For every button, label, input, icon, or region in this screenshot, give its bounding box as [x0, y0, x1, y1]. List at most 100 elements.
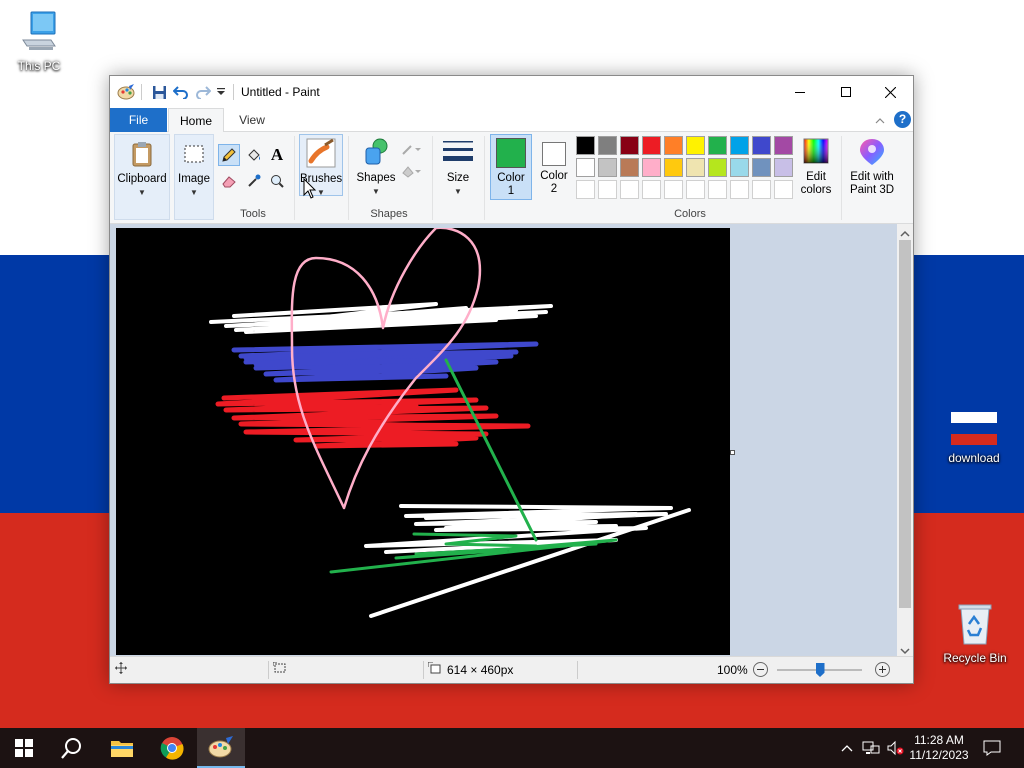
collapse-ribbon-chevron-icon[interactable] — [875, 114, 885, 128]
tab-home[interactable]: Home — [168, 108, 224, 133]
shapes-button[interactable]: Shapes ▼ — [354, 134, 398, 200]
palette-swatch[interactable] — [598, 136, 617, 155]
minimize-button[interactable] — [777, 76, 823, 108]
palette-swatch[interactable] — [576, 158, 595, 177]
eraser-tool[interactable] — [218, 170, 240, 192]
palette-swatch[interactable] — [620, 158, 639, 177]
start-button[interactable] — [0, 728, 48, 768]
palette-swatch[interactable] — [774, 136, 793, 155]
color-1-button[interactable]: Color 1 — [490, 134, 532, 200]
dropdown-arrow-icon: ▼ — [190, 188, 198, 197]
drawing-canvas[interactable] — [116, 226, 730, 655]
paint-window: Untitled - Paint File Home View ? Clipbo… — [109, 75, 914, 684]
palette-swatch[interactable] — [664, 136, 683, 155]
close-button[interactable] — [867, 76, 913, 108]
network-icon[interactable] — [860, 728, 882, 768]
palette-swatch[interactable] — [708, 136, 727, 155]
desktop-icon-recycle-bin[interactable]: Recycle Bin — [938, 602, 1012, 665]
show-hidden-icons-chevron-icon[interactable] — [838, 728, 856, 768]
paint-app-icon[interactable] — [117, 83, 135, 101]
scrollbar-thumb[interactable] — [899, 240, 911, 608]
custom-color-slot[interactable] — [730, 180, 749, 199]
outline-button[interactable] — [400, 140, 422, 158]
volume-muted-icon[interactable] — [884, 728, 906, 768]
tab-view[interactable]: View — [228, 108, 276, 132]
palette-swatch[interactable] — [752, 158, 771, 177]
edit-colors-button[interactable]: Edit colors — [796, 134, 836, 200]
desktop-icon-label: download — [948, 451, 1000, 465]
pencil-tool[interactable] — [218, 144, 240, 166]
dropdown-arrow-icon: ▼ — [138, 188, 146, 197]
redo-icon[interactable] — [194, 83, 212, 101]
custom-color-slot[interactable] — [752, 180, 771, 199]
palette-swatch[interactable] — [730, 158, 749, 177]
minus-icon — [757, 669, 764, 670]
canvas-resize-handle[interactable] — [730, 450, 735, 455]
customize-toolbar-chevron-icon[interactable] — [214, 83, 228, 101]
fill-button[interactable] — [400, 162, 422, 180]
palette-swatch[interactable] — [730, 136, 749, 155]
color-1-label: Color 1 — [497, 172, 525, 197]
window-title: Untitled - Paint — [241, 85, 320, 99]
custom-color-slot[interactable] — [686, 180, 705, 199]
color-picker-tool[interactable] — [243, 170, 265, 192]
zoom-slider-thumb[interactable] — [815, 663, 825, 677]
title-bar[interactable]: Untitled - Paint — [110, 76, 913, 108]
custom-color-slot[interactable] — [774, 180, 793, 199]
search-button[interactable] — [48, 728, 96, 768]
tab-file[interactable]: File — [110, 108, 167, 132]
fill-bucket-icon — [248, 149, 260, 161]
minimize-icon — [795, 92, 805, 93]
save-icon[interactable] — [150, 83, 168, 101]
palette-swatch[interactable] — [620, 136, 639, 155]
custom-color-slot[interactable] — [642, 180, 661, 199]
desktop-icon-this-pc[interactable]: This PC — [4, 10, 74, 73]
palette-swatch[interactable] — [642, 158, 661, 177]
magnifier-icon — [271, 175, 284, 188]
custom-color-slot[interactable] — [620, 180, 639, 199]
palette-swatch[interactable] — [686, 136, 705, 155]
chrome-button[interactable] — [148, 728, 196, 768]
palette-swatch[interactable] — [598, 158, 617, 177]
clock[interactable]: 11:28 AM 11/12/2023 — [908, 728, 970, 768]
zoom-out-button[interactable] — [753, 662, 768, 677]
zoom-slider[interactable] — [777, 663, 862, 677]
taskbar: 11:28 AM 11/12/2023 — [0, 728, 1024, 768]
palette-swatch[interactable] — [576, 136, 595, 155]
paint-app-icon — [208, 736, 233, 758]
palette-swatch[interactable] — [752, 136, 771, 155]
palette-swatch[interactable] — [774, 158, 793, 177]
custom-color-slot[interactable] — [598, 180, 617, 199]
computer-icon — [22, 11, 56, 50]
palette-swatch[interactable] — [708, 158, 727, 177]
edit-with-paint-3d-button[interactable]: Edit with Paint 3D — [845, 134, 899, 200]
paint-3d-icon — [860, 139, 884, 165]
magnifier-tool[interactable] — [266, 170, 288, 192]
palette-swatch[interactable] — [686, 158, 705, 177]
color-1-swatch — [496, 138, 526, 168]
color-2-button[interactable]: Color 2 — [534, 134, 574, 200]
scroll-up-icon[interactable] — [900, 227, 910, 241]
edit-with-paint-3d-label: Edit with Paint 3D — [849, 171, 895, 196]
undo-icon[interactable] — [172, 83, 190, 101]
custom-color-slot[interactable] — [664, 180, 683, 199]
ribbon-tabs: File Home View ? — [110, 108, 913, 133]
palette-swatch[interactable] — [642, 136, 661, 155]
fill-tool[interactable] — [243, 144, 265, 166]
zoom-in-button[interactable] — [875, 662, 890, 677]
custom-color-slot[interactable] — [576, 180, 595, 199]
notifications-button[interactable] — [976, 728, 1008, 768]
help-icon[interactable]: ? — [894, 111, 911, 128]
desktop-icon-download[interactable]: download — [938, 412, 1010, 465]
palette-swatch[interactable] — [664, 158, 683, 177]
maximize-button[interactable] — [823, 76, 869, 108]
clipboard-button[interactable]: Clipboard ▼ — [114, 134, 170, 220]
custom-color-slot[interactable] — [708, 180, 727, 199]
image-button[interactable]: Image ▼ — [174, 134, 214, 220]
text-tool-icon[interactable]: A — [266, 144, 288, 166]
size-lines-icon — [443, 141, 473, 161]
file-explorer-button[interactable] — [98, 728, 146, 768]
size-button[interactable]: Size ▼ — [437, 134, 479, 200]
paint-taskbar-button[interactable] — [197, 728, 245, 768]
vertical-scrollbar[interactable] — [897, 224, 913, 656]
